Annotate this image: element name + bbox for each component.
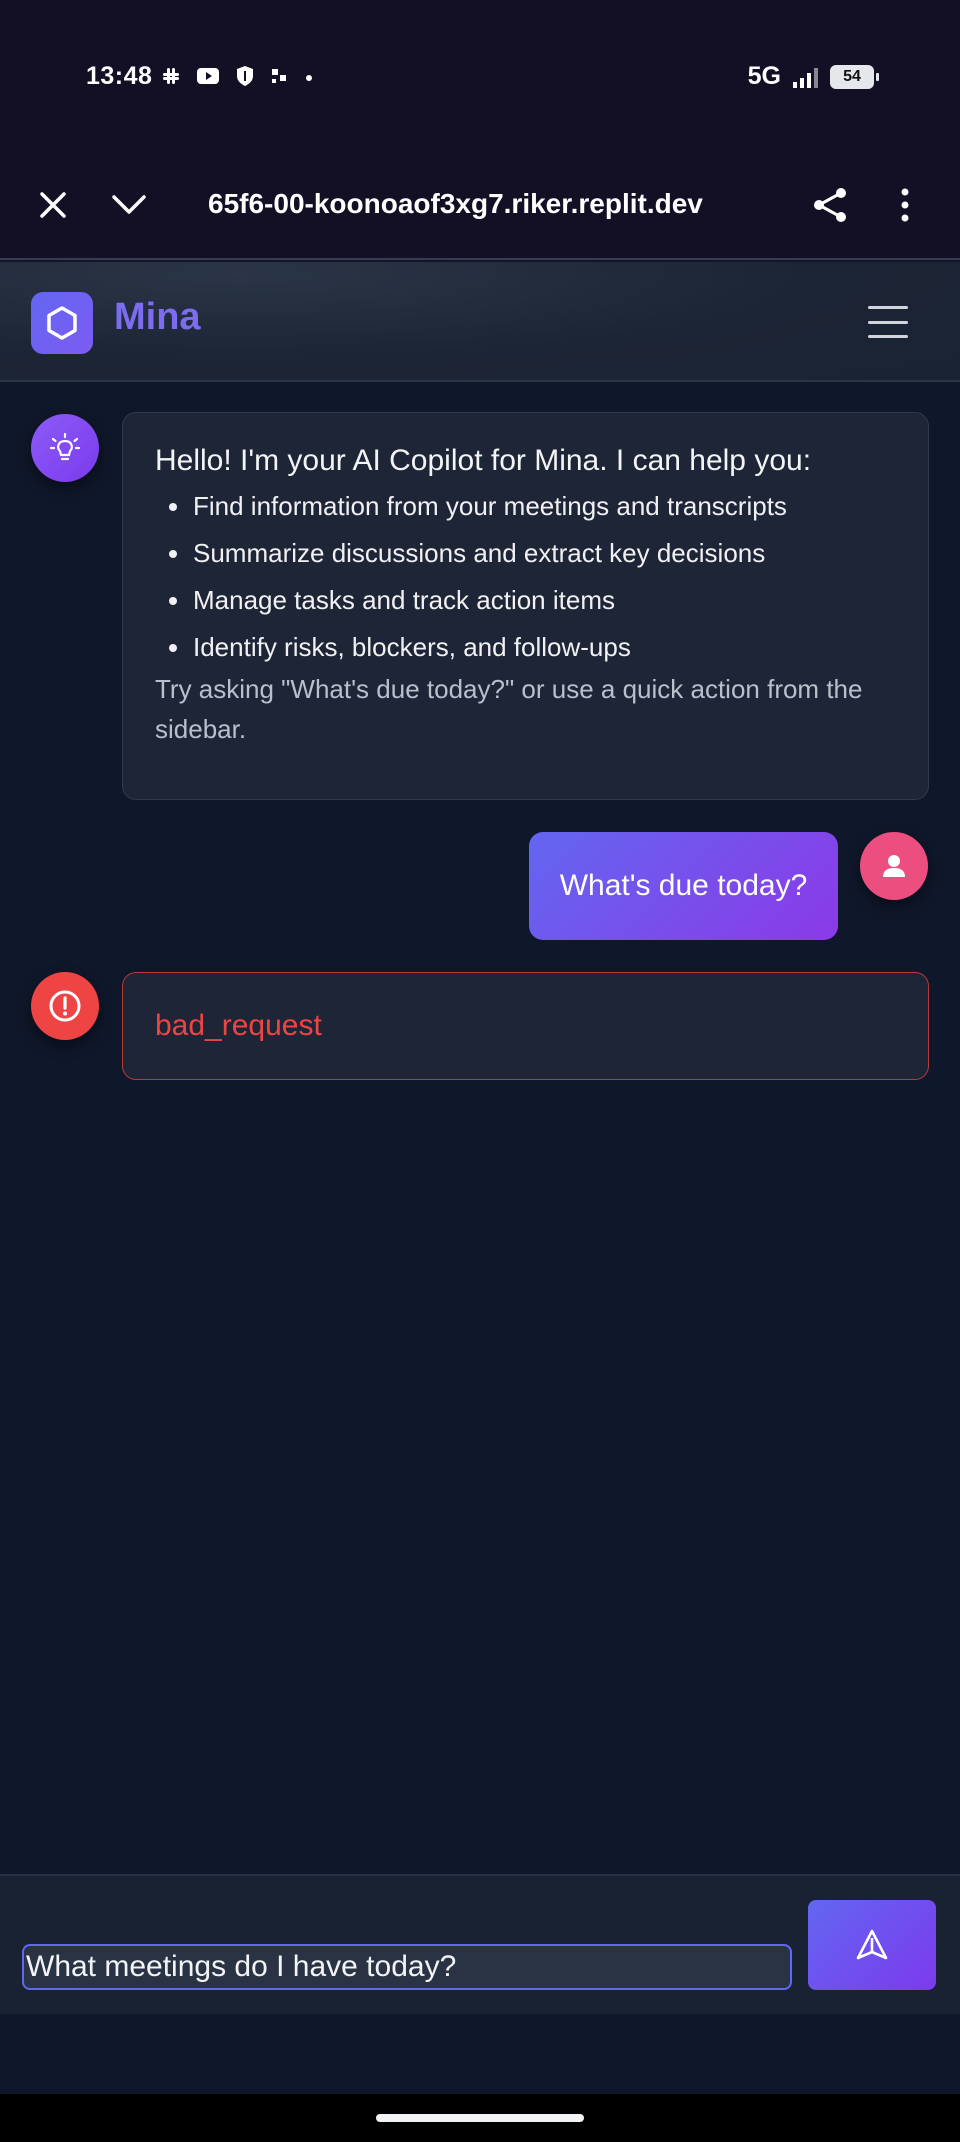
battery-level: 54 xyxy=(843,67,861,85)
user-icon xyxy=(883,855,905,877)
assistant-message: Hello! I'm your AI Copilot for Mina. I c… xyxy=(122,412,929,800)
status-bar: 13:48 5G 54 xyxy=(0,0,960,150)
more-options-icon[interactable] xyxy=(880,180,930,230)
bottom-spacer xyxy=(0,2014,960,2094)
alert-circle-icon xyxy=(49,990,81,1022)
url-bar[interactable]: 65f6-00-koonoaof3xg7.riker.replit.dev xyxy=(208,188,703,220)
home-indicator[interactable] xyxy=(376,2114,584,2122)
message-input[interactable] xyxy=(22,1944,792,1990)
signal-icon xyxy=(793,66,818,88)
app-title: Mina xyxy=(114,296,201,338)
browser-toolbar: 65f6-00-koonoaof3xg7.riker.replit.dev xyxy=(0,150,960,260)
list-item: Manage tasks and track action items xyxy=(155,585,896,615)
user-avatar xyxy=(860,832,928,900)
close-icon[interactable] xyxy=(28,180,78,230)
logo xyxy=(31,292,93,354)
assistant-outro: Try asking "What's due today?" or use a … xyxy=(155,674,863,744)
chevron-down-icon[interactable] xyxy=(104,180,154,230)
chat-area[interactable]: Hello! I'm your AI Copilot for Mina. I c… xyxy=(0,384,960,1874)
system-nav-bar xyxy=(0,2094,960,2142)
youtube-icon xyxy=(196,66,220,92)
user-message: What's due today? xyxy=(529,832,838,940)
notification-icons xyxy=(160,64,316,94)
send-icon xyxy=(856,1929,888,1960)
share-icon[interactable] xyxy=(805,180,855,230)
assistant-avatar xyxy=(31,414,99,482)
lightbulb-icon xyxy=(49,432,81,461)
list-item: Find information from your meetings and … xyxy=(155,491,896,521)
error-avatar xyxy=(31,972,99,1040)
assistant-intro: Hello! I'm your AI Copilot for Mina. I c… xyxy=(155,444,812,477)
send-button[interactable] xyxy=(808,1900,936,1990)
list-item: Identify risks, blockers, and follow-ups xyxy=(155,632,896,662)
hexagon-icon xyxy=(47,306,77,340)
status-right: 5G 54 xyxy=(747,62,879,91)
shield-icon xyxy=(234,64,256,94)
app-header: Mina xyxy=(0,262,960,382)
list-item: Summarize discussions and extract key de… xyxy=(155,538,896,568)
battery-icon: 54 xyxy=(830,64,879,89)
slack-icon xyxy=(160,65,182,93)
capabilities-list: Find information from your meetings and … xyxy=(155,491,896,662)
error-message: bad_request xyxy=(122,972,929,1080)
composer xyxy=(0,1874,960,2014)
app-icon xyxy=(270,67,288,91)
status-time: 13:48 xyxy=(86,62,153,90)
hamburger-menu-icon[interactable] xyxy=(866,302,910,342)
dot-icon xyxy=(302,67,316,91)
network-label: 5G xyxy=(747,62,781,90)
